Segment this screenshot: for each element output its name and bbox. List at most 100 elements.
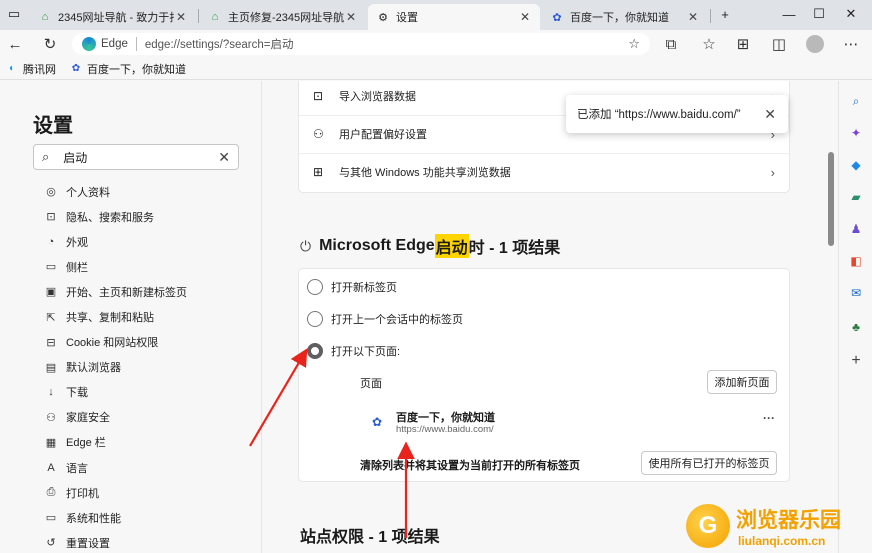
- share-icon: ⇱: [46, 311, 56, 324]
- import-icon: ⊡: [313, 89, 324, 103]
- tencent-icon: ◐: [8, 63, 16, 74]
- sidebar-item-languages[interactable]: A 语言: [44, 455, 254, 480]
- watermark-badge-icon: G: [686, 504, 730, 548]
- language-icon: A: [47, 461, 55, 474]
- tab-title: 百度一下，你就知道: [570, 12, 669, 24]
- copilot-icon[interactable]: ✦: [848, 125, 864, 141]
- refresh-icon[interactable]: ↻: [37, 32, 63, 56]
- sidebar-item-label: 打印机: [66, 487, 99, 500]
- outlook-icon[interactable]: ✉: [848, 285, 864, 301]
- address-url: edge://settings/?search=启动: [144, 39, 294, 51]
- close-window-icon[interactable]: ✕: [836, 0, 866, 28]
- chevron-right-icon: ›: [770, 164, 775, 180]
- shopping-tag-icon[interactable]: ◆: [848, 157, 864, 173]
- add-icon[interactable]: +: [848, 352, 864, 369]
- sidebar-item-cookies[interactable]: ⊟ Cookie 和网站权限: [44, 330, 254, 355]
- search-icon: ⌕: [42, 149, 50, 164]
- settings-content: ⊡ 导入浏览器数据 › ⚇ 用户配置偏好设置 › ⊞ 与其他 Windows 功…: [262, 81, 824, 553]
- close-icon[interactable]: ✕: [764, 106, 776, 123]
- tab-close-icon[interactable]: ✕: [174, 10, 188, 24]
- clear-list-text: 清除列表并将其设置为当前打开的所有标签页: [360, 460, 580, 472]
- sidebar-item-family[interactable]: ⚇ 家庭安全: [44, 405, 254, 430]
- sidebar-item-appearance[interactable]: ◔ 外观: [44, 229, 254, 254]
- option-previous-session[interactable]: 打开上一个会话中的标签页: [307, 311, 463, 327]
- reset-icon: ↺: [46, 537, 56, 550]
- new-tab-icon[interactable]: +: [710, 0, 740, 28]
- favorite-baidu[interactable]: ✿ 百度一下，你就知道: [70, 61, 186, 77]
- sidebar-item-downloads[interactable]: ↓ 下载: [44, 380, 254, 405]
- home-page-icon: ▣: [45, 286, 57, 299]
- clear-search-icon[interactable]: ✕: [218, 149, 230, 166]
- row-label: 与其他 Windows 功能共享浏览数据: [339, 167, 511, 179]
- startup-page-url: https://www.baidu.com/: [396, 424, 494, 435]
- tab-baidu[interactable]: ✿ 百度一下，你就知道 ✕: [542, 4, 708, 30]
- startup-section-title: ⏻ Microsoft Edge 启动 时 - 1 项结果: [300, 234, 560, 258]
- scrollbar-thumb[interactable]: [828, 152, 834, 246]
- tab-close-icon[interactable]: ✕: [518, 10, 532, 24]
- maximize-icon[interactable]: ☐: [804, 0, 834, 28]
- collections-icon[interactable]: ⊞: [730, 32, 756, 56]
- add-favorite-icon[interactable]: ☆: [628, 36, 640, 52]
- radio-button[interactable]: [307, 279, 323, 295]
- sidebar-item-printers[interactable]: ⎙ 打印机: [44, 480, 254, 505]
- extensions-icon[interactable]: ⧉: [658, 32, 684, 56]
- sidebar-item-start-home[interactable]: ▣ 开始、主页和新建标签页: [44, 279, 254, 304]
- search-icon[interactable]: ⌕: [848, 93, 864, 109]
- lock-icon: ⊡: [46, 211, 56, 224]
- sidebar-item-label: 下载: [66, 387, 88, 400]
- sidebar-item-edge-bar[interactable]: ▦ Edge 栏: [44, 430, 254, 455]
- settings-search-input[interactable]: ⌕ 启动 ✕: [33, 144, 239, 170]
- sidebar-icon: ▭: [45, 261, 57, 274]
- row-label: 用户配置偏好设置: [339, 129, 427, 141]
- search-highlight: 启动: [434, 234, 469, 258]
- tab-close-icon[interactable]: ✕: [344, 10, 358, 24]
- address-brand: Edge: [101, 38, 128, 50]
- back-icon[interactable]: ←: [2, 32, 28, 56]
- added-notification: 已添加 “https://www.baidu.com/” ✕: [566, 95, 788, 133]
- radio-button[interactable]: [307, 311, 323, 327]
- edge-sidebar: ⌕ ✦ ◆ ▰ ♟ ◧ ✉ ♣ +: [838, 81, 872, 553]
- avatar[interactable]: [802, 32, 828, 56]
- tools-icon[interactable]: ▰: [848, 189, 864, 205]
- sidebar-item-label: 隐私、搜索和服务: [66, 211, 154, 224]
- office-icon[interactable]: ◧: [848, 253, 864, 269]
- sidebar-item-privacy[interactable]: ⊡ 隐私、搜索和服务: [44, 204, 254, 229]
- use-all-open-tabs-button[interactable]: 使用所有已打开的标签页: [641, 451, 777, 475]
- games-icon[interactable]: ♟: [848, 221, 864, 237]
- sidebar-item-label: 共享、复制和粘贴: [66, 312, 154, 325]
- tab-actions-icon[interactable]: ▭: [0, 0, 28, 28]
- minimize-icon[interactable]: —: [774, 0, 804, 28]
- radio-button-selected[interactable]: [307, 343, 323, 359]
- 2345-favicon-icon: ⌂: [211, 11, 219, 23]
- option-specific-pages[interactable]: 打开以下页面:: [307, 343, 400, 359]
- browser-essentials-icon[interactable]: ◫: [766, 32, 792, 56]
- more-menu-icon[interactable]: ⋯: [838, 32, 864, 56]
- favorites-icon[interactable]: ☆: [696, 32, 722, 56]
- sidebar-item-system[interactable]: ▭ 系统和性能: [44, 505, 254, 530]
- tab-home-repair[interactable]: ⌂ 主页修复-2345网址导航 ✕: [200, 4, 366, 30]
- windows-icon: ⊞: [313, 165, 324, 179]
- tree-icon[interactable]: ♣: [848, 319, 864, 335]
- tab-close-icon[interactable]: ✕: [686, 10, 700, 24]
- add-new-page-button[interactable]: 添加新页面: [707, 370, 777, 394]
- windows-share-row[interactable]: ⊞ 与其他 Windows 功能共享浏览数据 ›: [299, 153, 789, 191]
- address-bar[interactable]: Edge edge://settings/?search=启动 ☆: [72, 33, 650, 55]
- laptop-icon: ▭: [45, 512, 57, 525]
- sidebar-item-default-browser[interactable]: ▤ 默认浏览器: [44, 355, 254, 380]
- edge-bar-icon: ▦: [45, 436, 57, 449]
- sidebar-item-sidebar[interactable]: ▭ 侧栏: [44, 254, 254, 279]
- tab-settings[interactable]: ⚙ 设置 ✕: [368, 4, 540, 30]
- favorite-tencent[interactable]: ◐ 腾讯网: [6, 61, 56, 77]
- tab-2345-nav[interactable]: ⌂ 2345网址导航 - 致力于打造百 ✕: [30, 4, 196, 30]
- sidebar-item-reset[interactable]: ↺ 重置设置: [44, 530, 254, 553]
- sidebar-item-share-copy[interactable]: ⇱ 共享、复制和粘贴: [44, 304, 254, 329]
- power-icon: ⏻: [300, 237, 312, 254]
- sidebar-item-label: 语言: [66, 462, 88, 475]
- option-new-tab[interactable]: 打开新标签页: [307, 279, 397, 295]
- watermark-url: liulanqi.com.cn: [738, 534, 826, 548]
- more-options-icon[interactable]: ···: [763, 411, 775, 425]
- default-browser-icon: ▤: [45, 361, 57, 374]
- address-divider: [135, 37, 137, 51]
- sidebar-item-label: Cookie 和网站权限: [66, 337, 159, 350]
- sidebar-item-profiles[interactable]: ◎ 个人资料: [44, 179, 254, 204]
